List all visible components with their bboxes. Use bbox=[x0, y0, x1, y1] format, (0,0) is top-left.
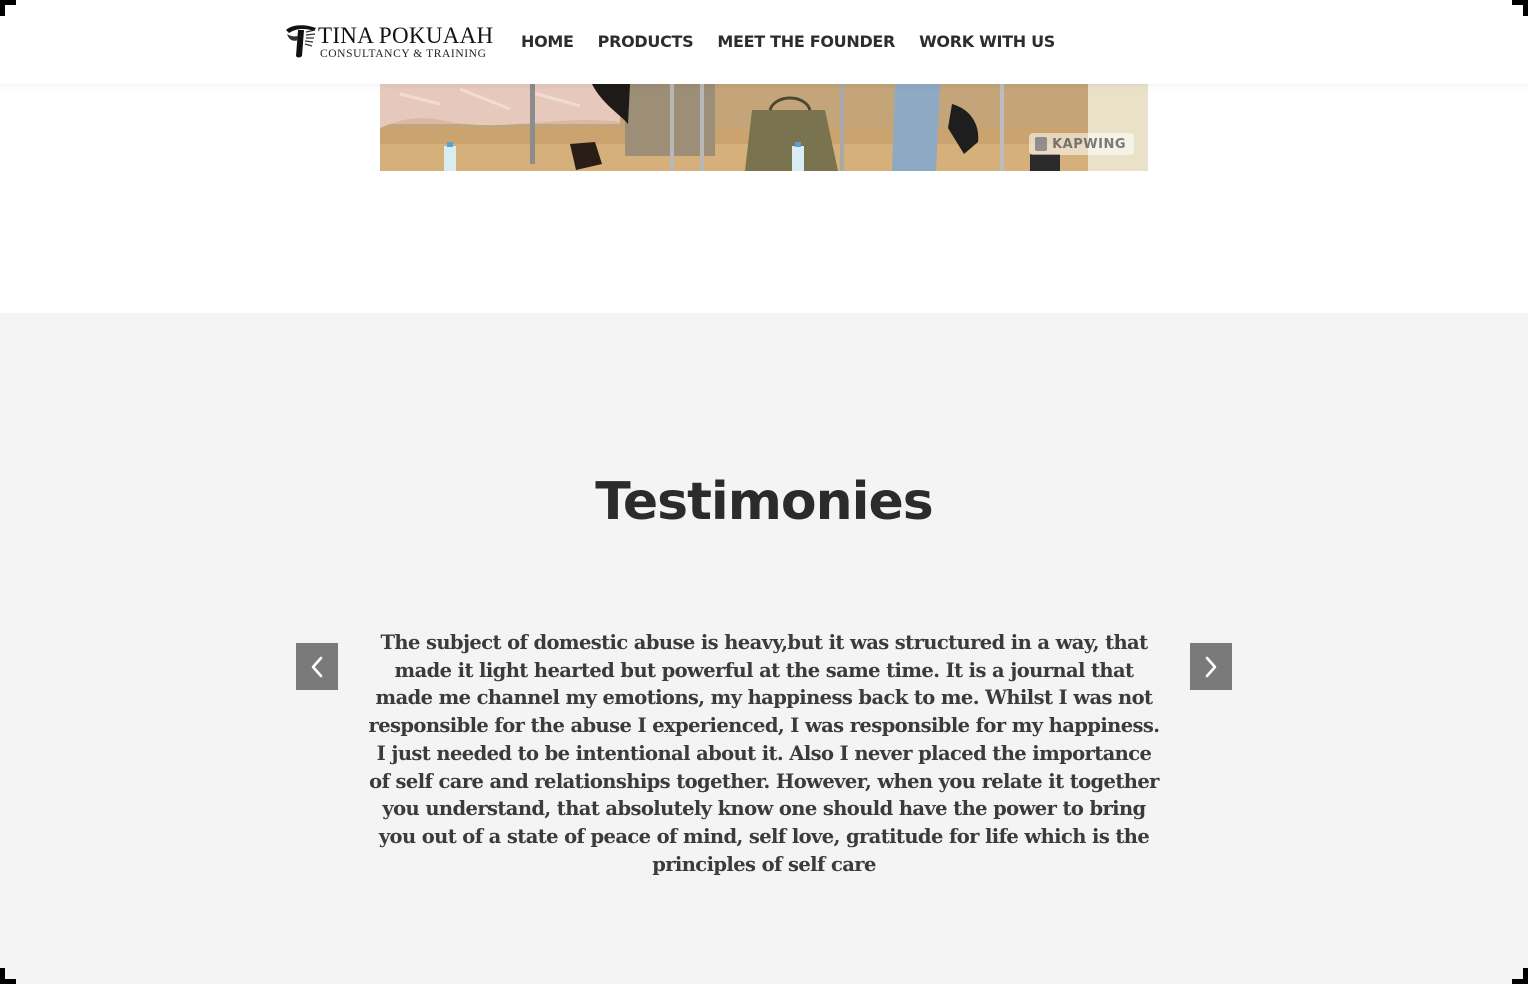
video-still-image bbox=[380, 84, 1148, 171]
screen-corner-mark bbox=[1512, 0, 1528, 16]
site-header: TINA POKUAAH CONSULTANCY & TRAINING HOME… bbox=[0, 0, 1528, 84]
testimonial-quote: The subject of domestic abuse is heavy,b… bbox=[368, 631, 1161, 876]
video-watermark: KAPWING bbox=[1029, 133, 1134, 155]
screen-corner-mark bbox=[0, 0, 16, 16]
site-logo-link[interactable]: TINA POKUAAH CONSULTANCY & TRAINING bbox=[284, 22, 500, 62]
testimonies-section: Testimonies The subject of domestic abus… bbox=[0, 313, 1528, 984]
chevron-left-icon bbox=[311, 656, 323, 677]
nav-meet-the-founder[interactable]: MEET THE FOUNDER bbox=[717, 30, 895, 54]
nav-products[interactable]: PRODUCTS bbox=[598, 30, 694, 54]
section-title: Testimonies bbox=[595, 472, 933, 532]
carousel-prev-button[interactable] bbox=[296, 643, 338, 690]
main-nav: HOME PRODUCTS MEET THE FOUNDER WORK WITH… bbox=[521, 30, 1055, 54]
video-frame[interactable]: KAPWING bbox=[380, 84, 1148, 171]
chevron-right-icon bbox=[1205, 656, 1217, 677]
nav-home[interactable]: HOME bbox=[521, 30, 574, 54]
page: TINA POKUAAH CONSULTANCY & TRAINING HOME… bbox=[0, 0, 1528, 984]
screen-corner-mark bbox=[0, 968, 16, 984]
screen-corner-mark bbox=[1512, 968, 1528, 984]
carousel-next-button[interactable] bbox=[1190, 643, 1232, 690]
nav-work-with-us[interactable]: WORK WITH US bbox=[919, 30, 1055, 54]
tp-logo-icon bbox=[286, 25, 316, 58]
watermark-text: KAPWING bbox=[1052, 136, 1126, 152]
kapwing-icon bbox=[1035, 137, 1048, 151]
logo-title: TINA POKUAAH bbox=[318, 23, 494, 48]
logo-subtitle: CONSULTANCY & TRAINING bbox=[320, 48, 487, 60]
